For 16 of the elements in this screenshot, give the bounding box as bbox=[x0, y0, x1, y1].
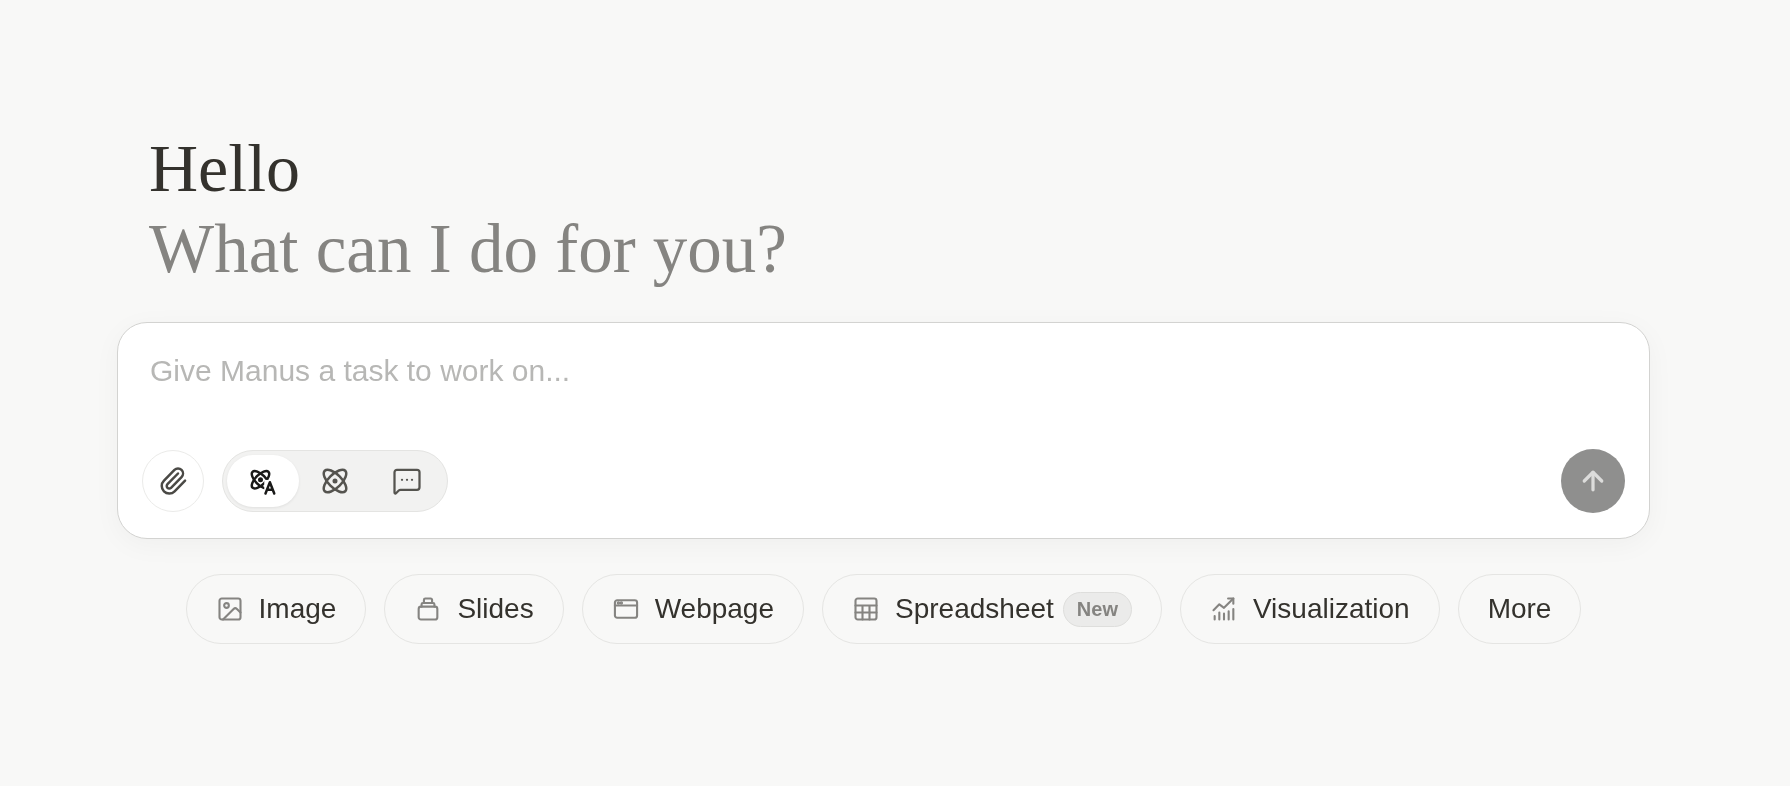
quick-action-chip[interactable]: Spreadsheet New bbox=[822, 574, 1162, 644]
composer-input-box[interactable]: Give Manus a task to work on... bbox=[117, 322, 1650, 539]
quick-action-chip[interactable]: Webpage bbox=[581, 574, 804, 644]
paperclip-icon bbox=[158, 465, 188, 496]
image-icon bbox=[215, 595, 244, 623]
quick-action-chip[interactable]: Image bbox=[185, 574, 367, 644]
task-input[interactable]: Give Manus a task to work on... bbox=[142, 353, 1625, 449]
table-grid-icon bbox=[852, 595, 880, 623]
new-badge: New bbox=[1062, 591, 1132, 627]
greeting-subtitle: What can I do for you? bbox=[149, 210, 787, 289]
greeting-title: Hello bbox=[149, 129, 301, 208]
atom-icon bbox=[320, 465, 350, 496]
quick-action-chip[interactable]: Visualization bbox=[1179, 574, 1440, 644]
mode-toggle[interactable] bbox=[227, 454, 299, 507]
quick-action-chip[interactable]: Slides bbox=[384, 574, 564, 644]
quick-action-chip[interactable]: More bbox=[1457, 574, 1582, 644]
